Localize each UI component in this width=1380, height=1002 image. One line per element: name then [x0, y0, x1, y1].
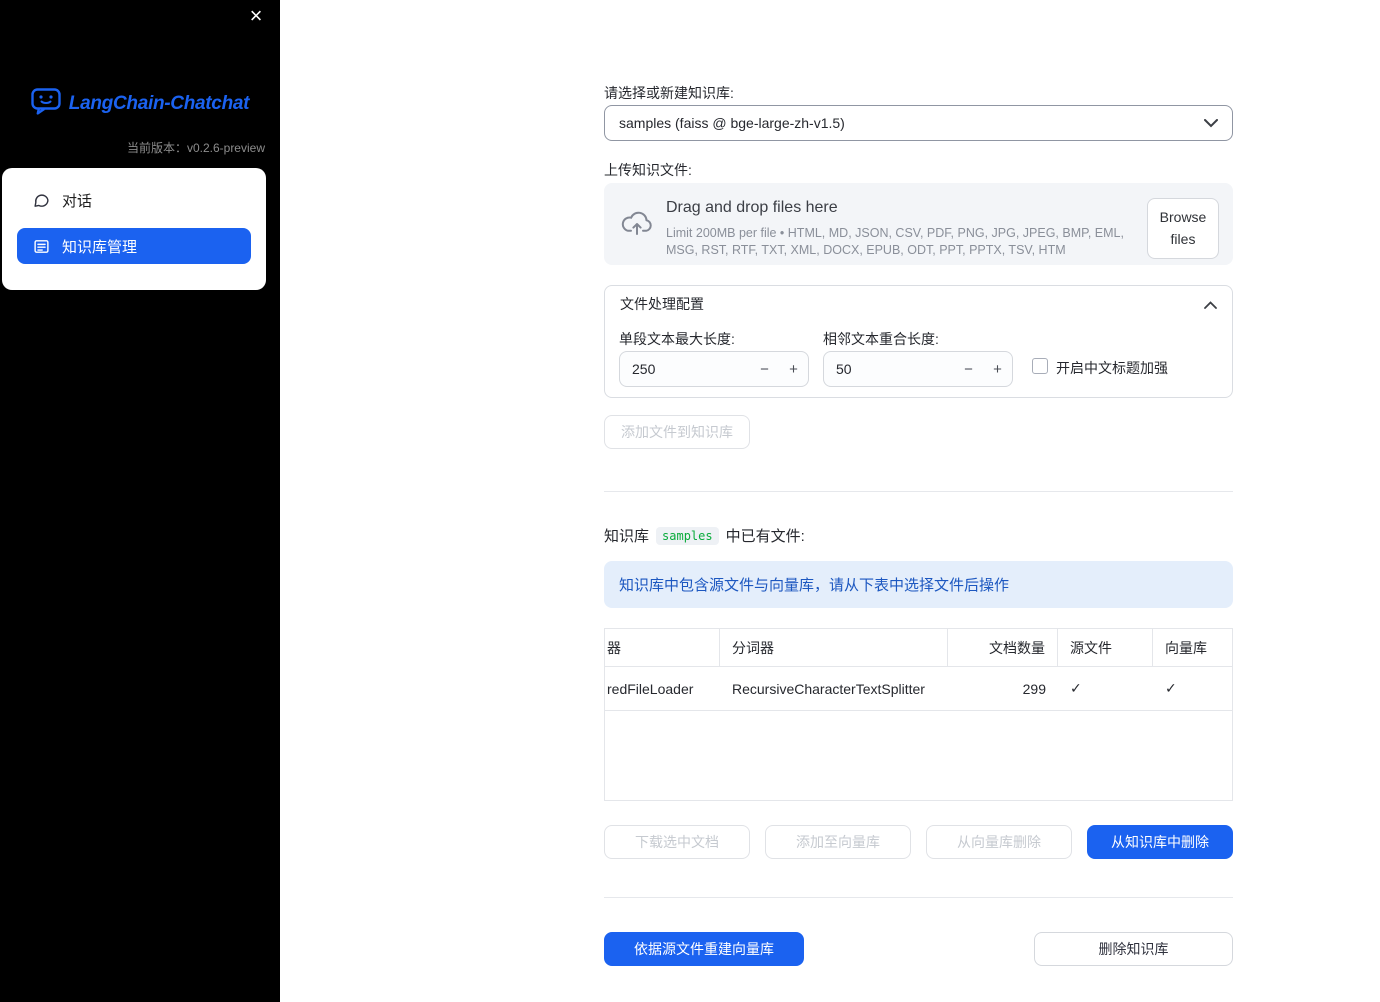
existing-files-prefix: 知识库 [604, 528, 650, 545]
cell-splitter: RecursiveCharacterTextSplitter [732, 680, 925, 697]
max-length-input[interactable]: 250 − + [619, 351, 809, 387]
add-files-to-kb-button[interactable]: 添加文件到知识库 [604, 415, 750, 449]
download-selected-button[interactable]: 下载选中文档 [604, 825, 750, 859]
sidebar-close-icon[interactable]: × [244, 4, 268, 28]
overlap-decrement-button[interactable]: − [954, 361, 983, 378]
divider [604, 491, 1233, 492]
app-root: × LangChain-Chatchat 当前版本：v0.2.6-preview [0, 0, 1380, 1002]
table-row[interactable]: redFileLoader RecursiveCharacterTextSpli… [605, 667, 1232, 711]
chevron-down-icon [1204, 115, 1218, 131]
chat-bubble-icon [33, 192, 50, 209]
delete-from-vector-store-button[interactable]: 从向量库删除 [926, 825, 1072, 859]
chatbot-logo-icon [31, 88, 61, 120]
files-table: 器 分词器 文档数量 源文件 向量库 redFileLoader Recursi… [604, 628, 1233, 801]
sidebar-nav: 对话 知识库管理 [2, 168, 266, 290]
dropzone-limit-text: Limit 200MB per file • HTML, MD, JSON, C… [666, 226, 1124, 257]
cell-loader: redFileLoader [607, 680, 694, 697]
kb-name-code: samples [656, 526, 719, 545]
add-to-vector-store-button[interactable]: 添加至向量库 [765, 825, 911, 859]
cloud-upload-icon [620, 209, 654, 242]
delete-from-kb-button[interactable]: 从知识库中删除 [1087, 825, 1233, 859]
cell-vector-check: ✓ [1165, 680, 1177, 696]
col-header-loader[interactable]: 器 [605, 629, 720, 666]
kb-select-label: 请选择或新建知识库: [604, 85, 734, 101]
max-length-decrement-button[interactable]: − [750, 361, 779, 378]
divider [604, 897, 1233, 898]
overlap-length-value: 50 [836, 361, 852, 377]
delete-kb-button[interactable]: 删除知识库 [1034, 932, 1233, 966]
main-content: 请选择或新建知识库: samples (faiss @ bge-large-zh… [604, 0, 1234, 1002]
col-header-source-file[interactable]: 源文件 [1058, 629, 1153, 666]
file-config-expander-header[interactable]: 文件处理配置 [605, 286, 1232, 322]
cell-doc-count: 299 [1022, 680, 1046, 697]
file-action-buttons: 下载选中文档 添加至向量库 从向量库删除 从知识库中删除 [604, 825, 1233, 859]
rebuild-vector-store-button[interactable]: 依据源文件重建向量库 [604, 932, 804, 966]
file-config-title: 文件处理配置 [620, 296, 704, 312]
knowledge-base-icon [33, 238, 50, 255]
browse-files-button[interactable]: Browse files [1147, 198, 1219, 259]
overlap-length-label: 相邻文本重合长度: [823, 331, 939, 347]
col-header-vector-store[interactable]: 向量库 [1153, 629, 1232, 666]
overlap-increment-button[interactable]: + [983, 361, 1012, 378]
sidebar-item-knowledge-base-label: 知识库管理 [62, 238, 138, 256]
sidebar: × LangChain-Chatchat 当前版本：v0.2.6-preview [0, 0, 280, 1002]
existing-files-heading: 知识库 samples 中已有文件: [604, 525, 805, 546]
app-title: LangChain-Chatchat [68, 93, 250, 114]
sidebar-item-chat-label: 对话 [62, 192, 93, 210]
info-banner: 知识库中包含源文件与向量库，请从下表中选择文件后操作 [604, 561, 1233, 608]
dropzone-title: Drag and drop files here [666, 199, 838, 216]
upload-files-label: 上传知识文件: [604, 162, 692, 178]
kb-select-dropdown[interactable]: samples (faiss @ bge-large-zh-v1.5) [604, 105, 1233, 141]
sidebar-item-chat[interactable]: 对话 [17, 180, 251, 220]
cell-source-check: ✓ [1070, 680, 1082, 696]
kb-select-value: samples (faiss @ bge-large-zh-v1.5) [619, 115, 845, 131]
chinese-title-enhance-checkbox[interactable] [1032, 358, 1048, 374]
sidebar-item-knowledge-base[interactable]: 知识库管理 [17, 228, 251, 264]
chevron-up-icon [1204, 296, 1217, 312]
info-banner-text: 知识库中包含源文件与向量库，请从下表中选择文件后操作 [619, 577, 1010, 594]
files-table-header: 器 分词器 文档数量 源文件 向量库 [605, 629, 1232, 667]
file-dropzone[interactable]: Drag and drop files here Limit 200MB per… [604, 183, 1233, 265]
file-config-expander: 文件处理配置 单段文本最大长度: 相邻文本重合长度: 250 − + 50 − … [604, 285, 1233, 398]
chinese-title-enhance-label: 开启中文标题加强 [1056, 360, 1168, 376]
max-length-label: 单段文本最大长度: [619, 331, 735, 347]
existing-files-suffix: 中已有文件: [725, 528, 805, 545]
col-header-splitter[interactable]: 分词器 [720, 629, 948, 666]
version-text: 当前版本：v0.2.6-preview [126, 141, 265, 155]
max-length-increment-button[interactable]: + [779, 361, 808, 378]
col-header-doc-count[interactable]: 文档数量 [948, 629, 1058, 666]
max-length-value: 250 [632, 361, 656, 377]
app-logo: LangChain-Chatchat [0, 88, 280, 120]
overlap-length-input[interactable]: 50 − + [823, 351, 1013, 387]
